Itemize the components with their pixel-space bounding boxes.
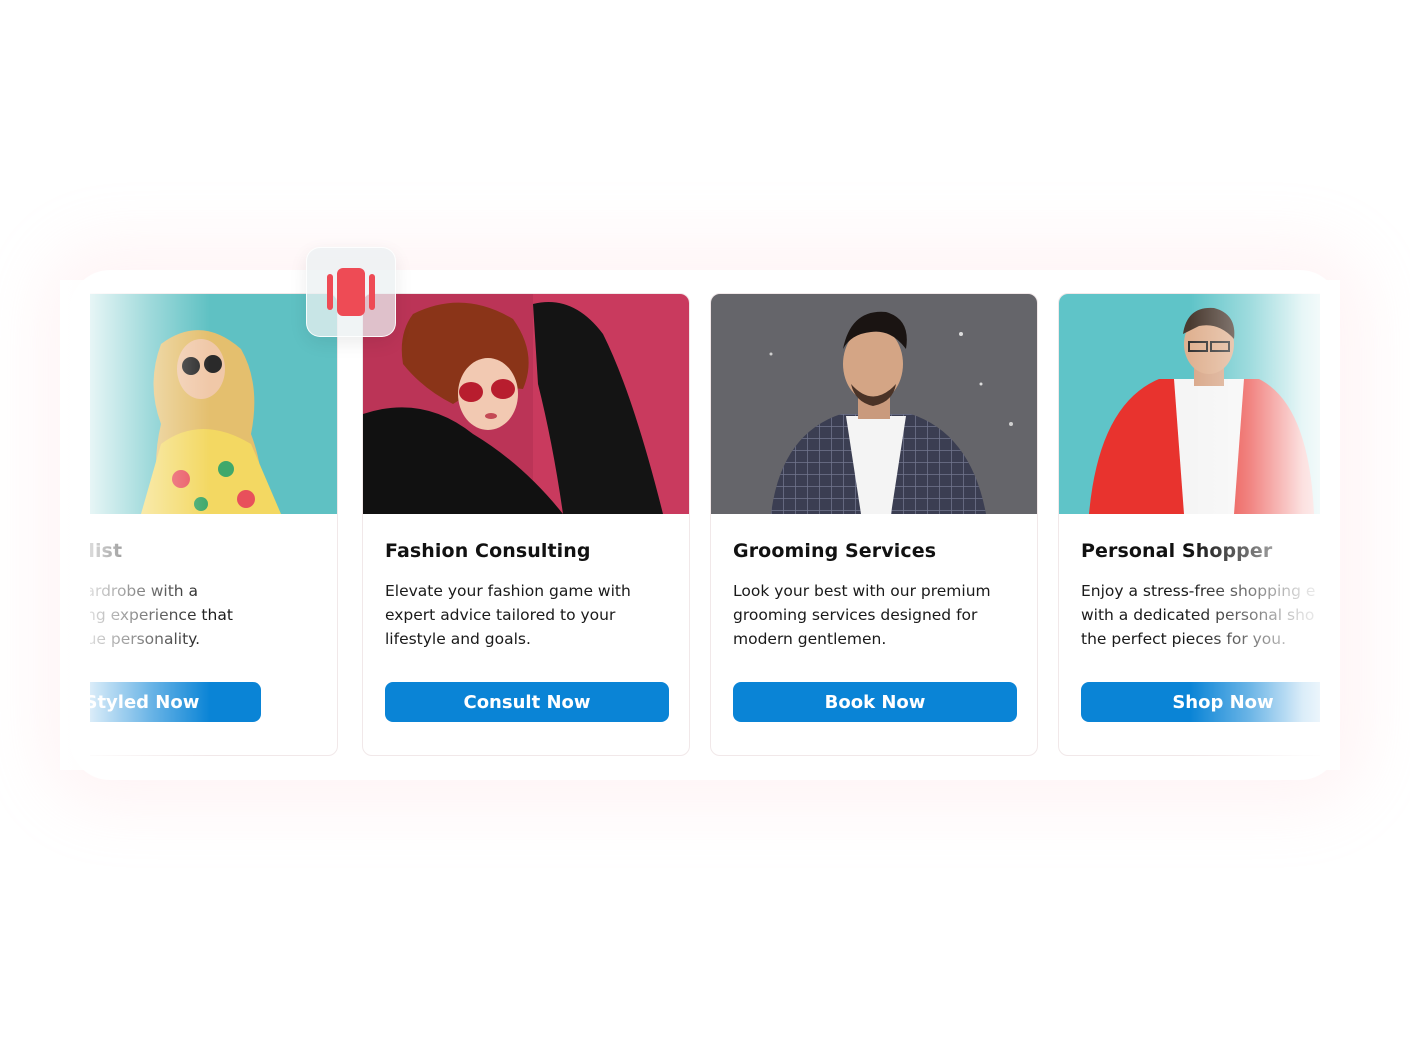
card-description-line: lifestyle and goals.	[385, 630, 531, 648]
card-clip-left: nal Stylist m your wardrobe with a lized…	[90, 280, 342, 770]
card-photo-grooming	[711, 294, 1037, 514]
card-title: Personal Shopper	[1081, 540, 1273, 562]
get-styled-now-button[interactable]: Get Styled Now	[90, 682, 261, 722]
card-description: Look your best with our premium grooming…	[733, 579, 1023, 651]
card-description-line: m your wardrobe with a	[90, 582, 199, 600]
card-description-line: Look your best with our premium	[733, 582, 991, 600]
card-description-line: lized styling experience that	[90, 606, 233, 624]
card-description-line: the perfect pieces for you.	[1081, 630, 1287, 648]
card-description-line: with a dedicated personal sho	[1081, 606, 1315, 624]
card-title: nal Stylist	[90, 540, 123, 562]
card-description-line: modern gentlemen.	[733, 630, 887, 648]
card-description: Enjoy a stress-free shopping e with a de…	[1081, 579, 1320, 651]
card-photo-stylist	[90, 294, 337, 514]
carousel-drag-handle[interactable]	[306, 247, 396, 337]
card-description: m your wardrobe with a lized styling exp…	[90, 579, 303, 651]
service-card-personal-shopper[interactable]: Personal Shopper Enjoy a stress-free sho…	[1058, 293, 1320, 756]
card-photo-fashion	[363, 294, 689, 514]
shop-now-button[interactable]: Shop Now	[1081, 682, 1320, 722]
service-card-grooming-services[interactable]: Grooming Services Look your best with ou…	[710, 293, 1038, 756]
card-description-line: grooming services designed for	[733, 606, 978, 624]
carousel-drag-icon	[327, 268, 375, 316]
service-card-personal-stylist[interactable]: nal Stylist m your wardrobe with a lized…	[90, 293, 338, 756]
book-now-button[interactable]: Book Now	[733, 682, 1017, 722]
card-title: Fashion Consulting	[385, 540, 591, 562]
card-description-line: Enjoy a stress-free shopping e	[1081, 582, 1316, 600]
card-clip-right: Personal Shopper Enjoy a stress-free sho…	[1058, 280, 1320, 770]
card-description-line: your unique personality.	[90, 630, 201, 648]
card-photo-shopper	[1059, 294, 1320, 514]
card-title: Grooming Services	[733, 540, 937, 562]
card-description: Elevate your fashion game with expert ad…	[385, 579, 675, 651]
carousel-stage: nal Stylist m your wardrobe with a lized…	[0, 0, 1410, 1050]
service-card-fashion-consulting[interactable]: Fashion Consulting Elevate your fashion …	[362, 293, 690, 756]
card-description-line: expert advice tailored to your	[385, 606, 616, 624]
consult-now-button[interactable]: Consult Now	[385, 682, 669, 722]
card-description-line: Elevate your fashion game with	[385, 582, 631, 600]
service-carousel[interactable]: nal Stylist m your wardrobe with a lized…	[0, 0, 1410, 1050]
